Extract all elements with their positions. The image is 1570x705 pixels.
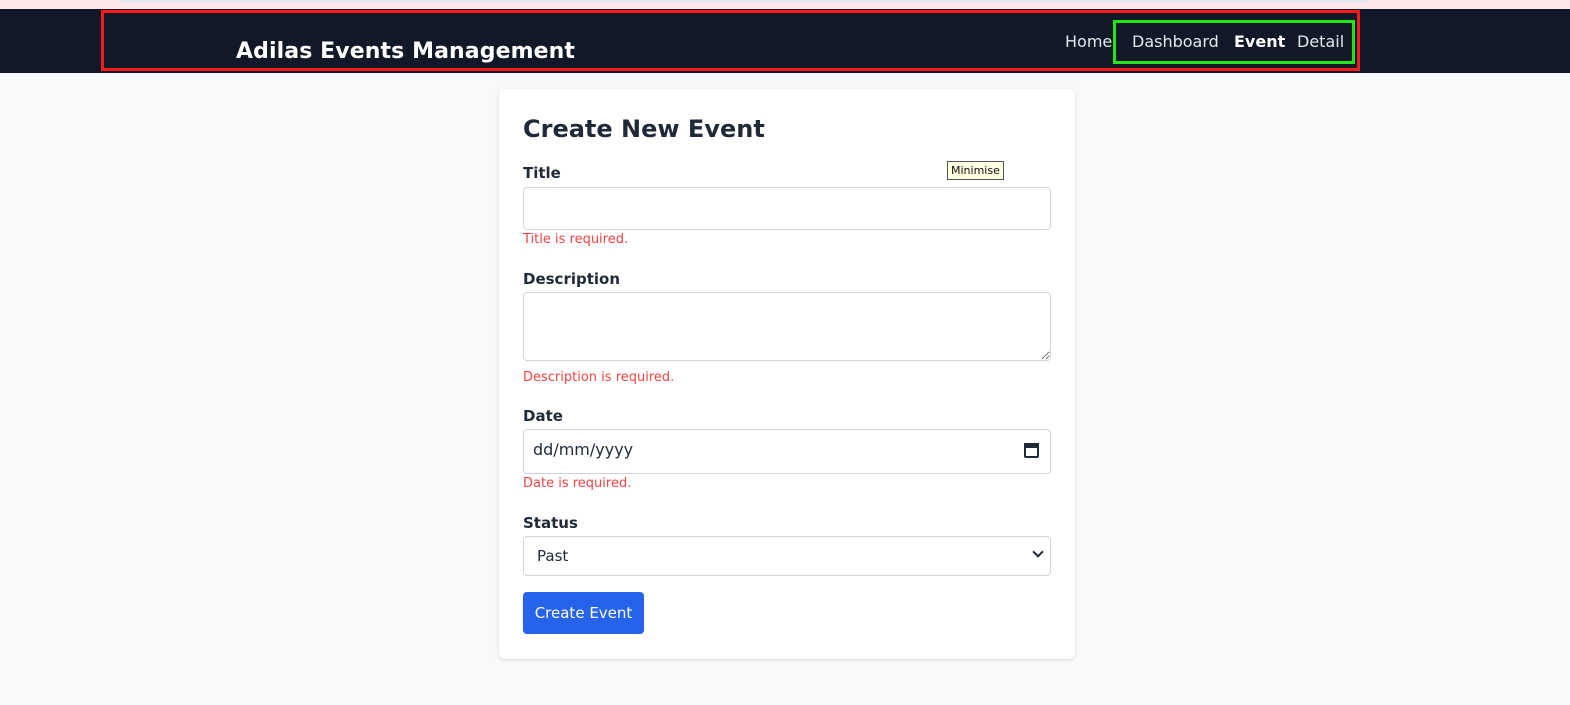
browser-top-strip: [0, 0, 1570, 9]
date-label: Date: [523, 407, 563, 425]
page-title: Create New Event: [523, 115, 765, 143]
status-select[interactable]: [523, 536, 1051, 576]
date-error: Date is required.: [523, 476, 632, 491]
brand-title: Adilas Events Management: [236, 39, 576, 64]
title-label: Title: [523, 164, 561, 182]
status-label: Status: [523, 514, 578, 532]
title-input[interactable]: [523, 187, 1051, 230]
description-error: Description is required.: [523, 370, 675, 385]
minimise-tooltip: Minimise: [947, 161, 1004, 180]
description-label: Description: [523, 270, 621, 288]
create-event-button[interactable]: Create Event: [523, 592, 644, 634]
nav-link-event[interactable]: Event: [1234, 32, 1285, 52]
nav-link-home[interactable]: Home: [1065, 32, 1112, 52]
browser-strip-bar: [118, 0, 1368, 3]
nav-link-dashboard[interactable]: Dashboard: [1132, 32, 1219, 52]
date-input[interactable]: [523, 429, 1051, 474]
title-error: Title is required.: [523, 232, 629, 247]
nav-link-detail[interactable]: Detail: [1297, 32, 1344, 52]
calendar-icon[interactable]: [1024, 443, 1039, 458]
description-textarea[interactable]: [523, 292, 1051, 361]
